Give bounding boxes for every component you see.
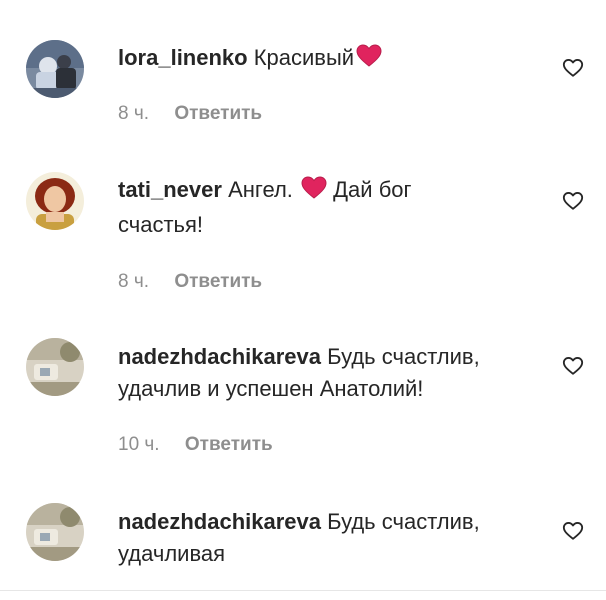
like-button[interactable] bbox=[562, 190, 584, 212]
comments-panel: lora_linenko Красивый 8 ч. Ответить tati… bbox=[0, 0, 606, 600]
heart-outline-icon bbox=[562, 520, 584, 542]
comment-body: nadezhdachikareva Будь счастлив, удачлив… bbox=[118, 506, 538, 570]
divider bbox=[0, 590, 606, 591]
reply-button[interactable]: Ответить bbox=[174, 103, 262, 124]
comment-meta: 8 ч. Ответить bbox=[118, 270, 262, 294]
avatar[interactable] bbox=[26, 172, 84, 230]
red-heart-emoji-icon bbox=[356, 44, 382, 77]
avatar[interactable] bbox=[26, 338, 84, 396]
comment-meta: 10 ч. Ответить bbox=[118, 433, 273, 457]
comment-username[interactable]: nadezhdachikareva bbox=[118, 344, 321, 369]
comment-username[interactable]: tati_never bbox=[118, 177, 222, 202]
heart-outline-icon bbox=[562, 190, 584, 212]
like-button[interactable] bbox=[562, 57, 584, 79]
comment-body: nadezhdachikareva Будь счастлив, удачлив… bbox=[118, 341, 538, 405]
reply-button[interactable]: Ответить bbox=[185, 434, 273, 455]
comment-text: Красивый bbox=[253, 45, 355, 70]
comment-username[interactable]: nadezhdachikareva bbox=[118, 509, 321, 534]
comment-text: Ангел. bbox=[228, 177, 293, 202]
red-heart-emoji-icon bbox=[301, 176, 327, 209]
comment-meta: 8 ч. Ответить bbox=[118, 102, 262, 126]
comment-time: 10 ч. bbox=[118, 434, 160, 455]
reply-button[interactable]: Ответить bbox=[174, 271, 262, 292]
like-button[interactable] bbox=[562, 520, 584, 542]
comment-username[interactable]: lora_linenko bbox=[118, 45, 248, 70]
heart-outline-icon bbox=[562, 355, 584, 377]
heart-outline-icon bbox=[562, 57, 584, 79]
comment-body: tati_never Ангел. Дай бог счастья! bbox=[118, 174, 478, 241]
avatar[interactable] bbox=[26, 40, 84, 98]
avatar[interactable] bbox=[26, 503, 84, 561]
comment-time: 8 ч. bbox=[118, 271, 150, 292]
like-button[interactable] bbox=[562, 355, 584, 377]
comment-body: lora_linenko Красивый bbox=[118, 42, 538, 77]
comment-time: 8 ч. bbox=[118, 103, 150, 124]
